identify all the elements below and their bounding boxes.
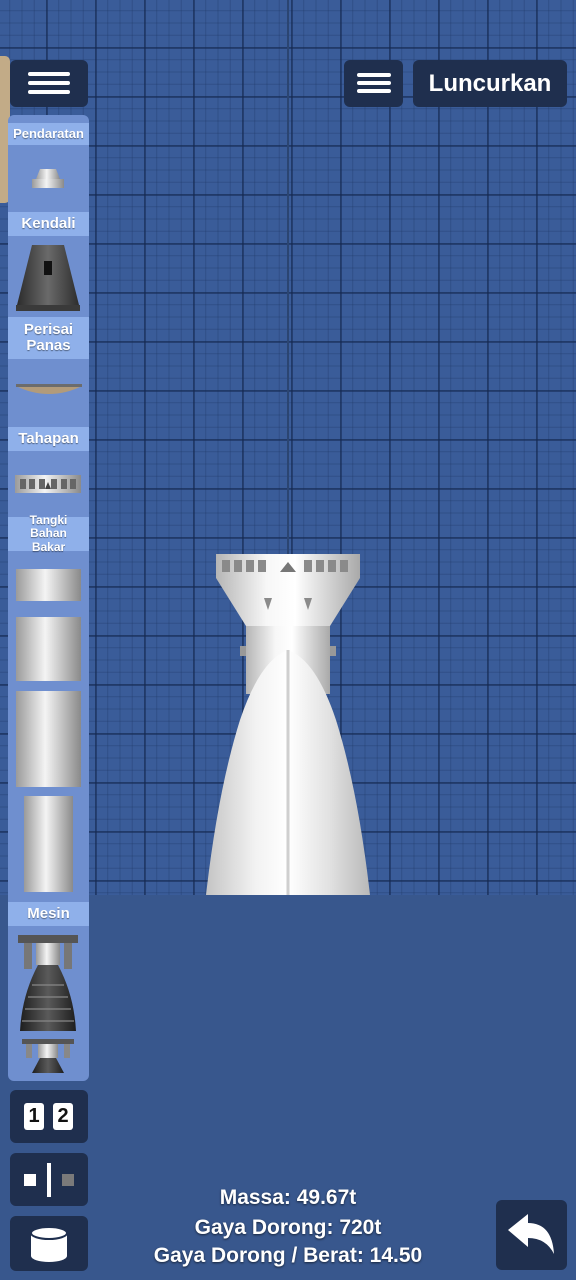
stage-number-2: 2 — [53, 1103, 73, 1130]
category-fuel-tank[interactable]: Tangki Bahan Bakar — [8, 514, 89, 553]
part-decoupler[interactable] — [15, 475, 81, 493]
hamburger-icon — [344, 60, 403, 107]
part-landing-leg[interactable] — [28, 165, 68, 193]
engine-bell — [206, 650, 370, 895]
category-engine[interactable]: Mesin — [8, 902, 89, 926]
part-engine-large[interactable] — [14, 935, 82, 1035]
decoupler-ring — [216, 554, 360, 578]
thrust-stat: Gaya Dorong: 720t — [194, 1216, 382, 1239]
part-command-pod[interactable] — [14, 241, 82, 313]
main-menu-button[interactable] — [10, 60, 88, 107]
mass-stat: Massa: 49.67t — [219, 1186, 357, 1209]
category-control[interactable]: Kendali — [8, 212, 89, 236]
hamburger-icon — [10, 60, 88, 107]
stage-view-button[interactable]: 1 2 — [10, 1090, 88, 1143]
stage-number-1: 1 — [24, 1103, 44, 1130]
options-menu-button[interactable] — [344, 60, 403, 107]
parts-panel: Pendaratan Kendali Perisai Panas Tahapan… — [8, 115, 89, 1081]
part-fuel-tank-large[interactable] — [16, 691, 81, 787]
thrust-weight-stat: Gaya Dorong / Berat: 14.50 — [153, 1244, 423, 1267]
part-fuel-tank-narrow[interactable] — [24, 796, 73, 892]
category-landing[interactable]: Pendaratan — [8, 123, 89, 145]
launch-button[interactable]: Luncurkan — [413, 60, 567, 107]
part-heat-shield[interactable] — [16, 383, 82, 395]
rocket-assembly[interactable] — [200, 550, 376, 897]
category-heat-shield[interactable]: Perisai Panas — [8, 317, 89, 359]
part-engine-small[interactable] — [20, 1039, 76, 1075]
category-staging[interactable]: Tahapan — [8, 427, 89, 451]
part-fuel-tank-medium[interactable] — [16, 617, 81, 681]
part-fuel-tank-small[interactable] — [16, 569, 81, 601]
